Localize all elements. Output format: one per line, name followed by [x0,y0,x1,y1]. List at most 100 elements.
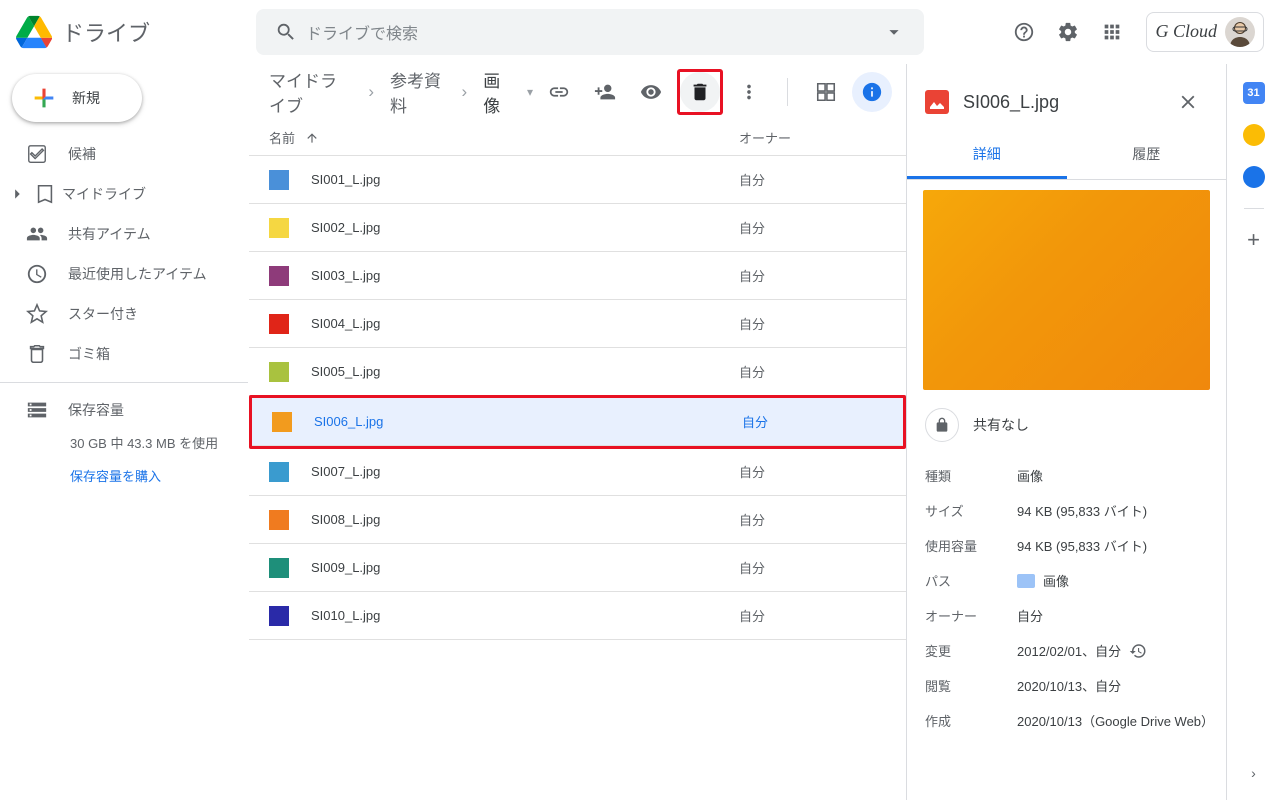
search-dropdown-icon[interactable] [874,12,914,52]
file-owner: 自分 [739,606,765,625]
file-row[interactable]: SI005_L.jpg自分 [249,348,906,396]
tasks-icon[interactable] [1243,166,1265,188]
close-icon[interactable] [1168,82,1208,122]
file-row[interactable]: SI003_L.jpg自分 [249,252,906,300]
preview-image [923,190,1210,390]
search-placeholder: ドライブで検索 [306,20,874,44]
file-name: SI008_L.jpg [311,512,739,527]
file-thumb [269,558,289,578]
file-row[interactable]: SI006_L.jpg自分 [252,398,903,446]
share-icon[interactable] [585,72,625,112]
file-owner: 自分 [739,558,765,577]
crumb-0[interactable]: マイドライブ [263,63,358,121]
nav-starred[interactable]: スター付き [0,294,236,334]
preview-icon[interactable] [631,72,671,112]
nav-priority[interactable]: 候補 [0,134,236,174]
file-row[interactable]: SI010_L.jpg自分 [249,592,906,640]
toolbar: マイドライブ › 参考資料 › 画像 ▾ [249,64,906,120]
drive-icon [16,14,52,50]
info-icon[interactable] [852,72,892,112]
search-icon[interactable] [266,12,306,52]
chevron-right-icon: › [368,82,374,102]
file-owner: 自分 [742,412,768,431]
tab-details[interactable]: 詳細 [907,132,1067,179]
buy-storage-link[interactable]: 保存容量を購入 [0,466,248,485]
nav-shared[interactable]: 共有アイテム [0,214,236,254]
chevron-right-icon[interactable]: › [1243,762,1265,784]
crumb-1[interactable]: 参考資料 [384,63,452,121]
new-button-label: 新規 [72,88,100,108]
nav-trash[interactable]: ゴミ箱 [0,334,236,374]
chevron-down-icon[interactable]: ▾ [527,85,533,99]
plus-icon [30,84,58,112]
link-icon[interactable] [539,72,579,112]
chevron-right-icon: › [462,82,468,102]
grid-view-icon[interactable] [806,72,846,112]
nav-recent[interactable]: 最近使用したアイテム [0,254,236,294]
account-chip[interactable]: G Cloud [1146,12,1264,52]
gear-icon[interactable] [1048,12,1088,52]
logo[interactable]: ドライブ [8,14,256,50]
add-icon[interactable]: + [1243,229,1265,251]
details-title: SI006_L.jpg [963,92,1154,113]
help-icon[interactable] [1004,12,1044,52]
nav-mydrive[interactable]: マイドライブ [0,174,236,214]
header-actions: G Cloud [1004,12,1272,52]
trash-icon[interactable] [680,72,720,112]
file-name: SI007_L.jpg [311,464,739,479]
file-row[interactable]: SI001_L.jpg自分 [249,156,906,204]
file-name: SI003_L.jpg [311,268,739,283]
details-tabs: 詳細 履歴 [907,132,1226,180]
file-thumb [269,510,289,530]
lock-icon [925,408,959,442]
file-row[interactable]: SI004_L.jpg自分 [249,300,906,348]
col-name[interactable]: 名前 [269,128,739,147]
app-name: ドライブ [62,16,150,48]
nav-storage[interactable]: 保存容量 [0,391,248,429]
history-icon[interactable] [1129,642,1147,660]
file-thumb [269,462,289,482]
file-owner: 自分 [739,462,765,481]
sidebar: 新規 候補 マイドライブ 共有アイテム 最近使用したアイテム スター付き ゴミ箱… [0,64,248,800]
folder-icon [1017,574,1035,588]
breadcrumb: マイドライブ › 参考資料 › 画像 ▾ [263,63,533,121]
apps-icon[interactable] [1092,12,1132,52]
file-thumb [269,362,289,382]
file-name: SI005_L.jpg [311,364,739,379]
file-name: SI002_L.jpg [311,220,739,235]
crumb-2[interactable]: 画像 [477,63,517,121]
file-thumb [269,170,289,190]
side-rail: 31 + › [1226,64,1280,800]
file-thumb [272,412,292,432]
metadata: 種類画像 サイズ94 KB (95,833 バイト) 使用容量94 KB (95… [907,450,1226,746]
keep-icon[interactable] [1243,124,1265,146]
more-icon[interactable] [729,72,769,112]
new-button[interactable]: 新規 [12,74,142,122]
file-owner: 自分 [739,314,765,333]
file-owner: 自分 [739,362,765,381]
avatar [1225,17,1255,47]
image-file-icon [925,90,949,114]
file-name: SI010_L.jpg [311,608,739,623]
trash-highlight [677,69,723,115]
column-headers: 名前 オーナー [249,120,906,156]
header: ドライブ ドライブで検索 G Cloud [0,0,1280,64]
file-row[interactable]: SI002_L.jpg自分 [249,204,906,252]
storage-usage: 30 GB 中 43.3 MB を使用 [0,429,248,466]
content: マイドライブ › 参考資料 › 画像 ▾ [249,64,906,800]
col-owner[interactable]: オーナー [739,128,791,147]
file-thumb [269,266,289,286]
file-row[interactable]: SI009_L.jpg自分 [249,544,906,592]
file-name: SI001_L.jpg [311,172,739,187]
file-owner: 自分 [739,510,765,529]
calendar-icon[interactable]: 31 [1243,82,1265,104]
search-bar[interactable]: ドライブで検索 [256,9,924,55]
file-thumb [269,218,289,238]
file-owner: 自分 [739,170,765,189]
file-name: SI009_L.jpg [311,560,739,575]
file-row[interactable]: SI008_L.jpg自分 [249,496,906,544]
file-row[interactable]: SI007_L.jpg自分 [249,448,906,496]
tab-history[interactable]: 履歴 [1067,132,1227,179]
file-name: SI004_L.jpg [311,316,739,331]
sort-arrow-icon [305,131,319,145]
